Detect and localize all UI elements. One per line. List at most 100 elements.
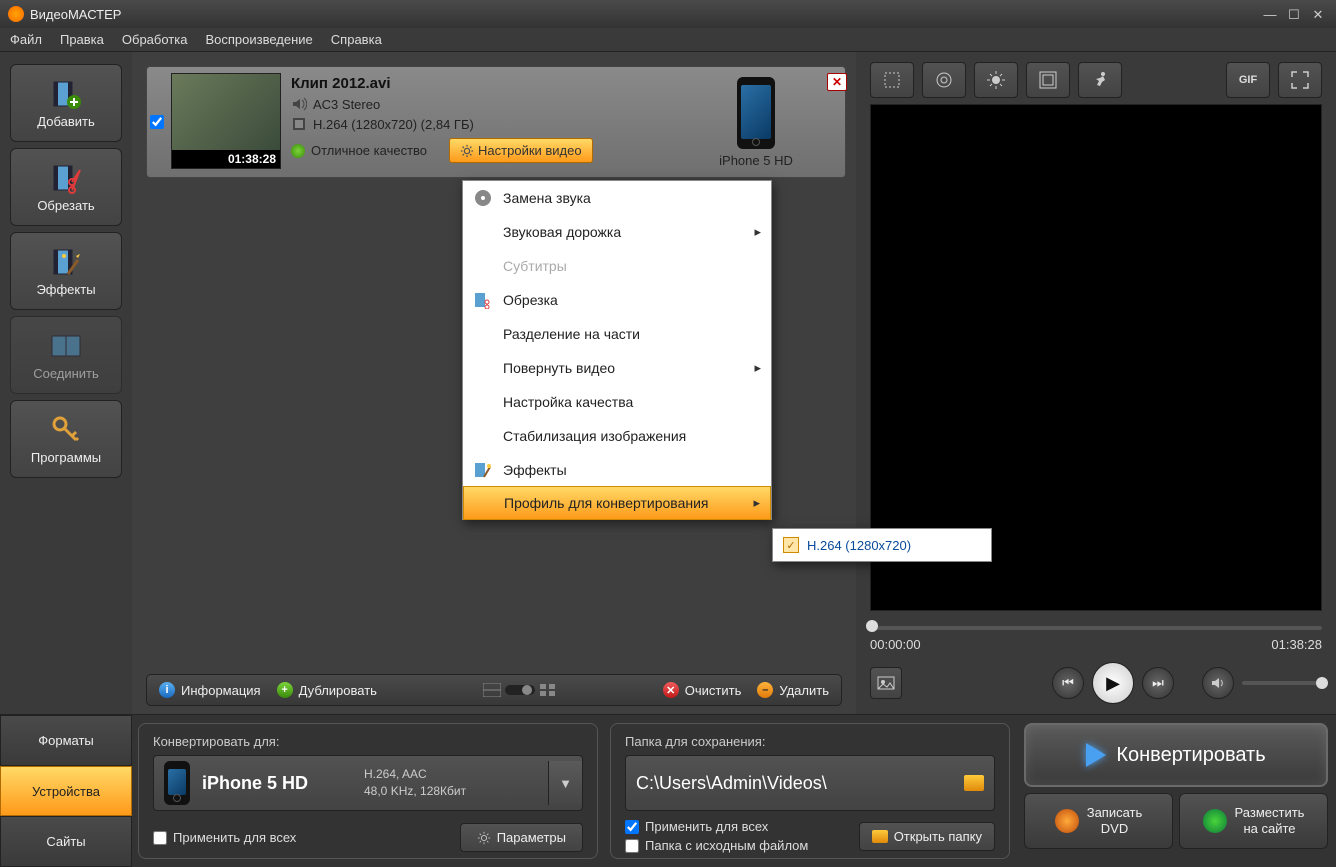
info-button[interactable]: iИнформация — [159, 682, 261, 698]
gif-icon: GIF — [1239, 74, 1257, 86]
film-cut-icon — [474, 291, 492, 309]
device-label: iPhone 5 HD — [719, 153, 793, 168]
context-submenu[interactable]: ✓ H.264 (1280x720) — [772, 528, 992, 562]
preview-panel: GIF 00:00:00 01:38:28 ⏮ ▶ ⏭ — [856, 52, 1336, 714]
sidebar-programs-button[interactable]: Программы — [10, 400, 122, 478]
duplicate-button[interactable]: +Дублировать — [277, 682, 377, 698]
speed-tool-button[interactable] — [1078, 62, 1122, 98]
folder-panel: Папка для сохранения: C:\Users\Admin\Vid… — [610, 723, 1010, 859]
sidebar-effects-button[interactable]: Эффекты — [10, 232, 122, 310]
tab-devices[interactable]: Устройства — [0, 766, 132, 817]
sidebar: Добавить Обрезать Эффекты Соединить Прог… — [0, 52, 132, 714]
menu-file[interactable]: Файл — [10, 32, 42, 47]
profile-name: iPhone 5 HD — [202, 773, 352, 794]
mute-button[interactable] — [1202, 667, 1234, 699]
video-settings-button[interactable]: Настройки видео — [449, 138, 593, 163]
fullscreen-button[interactable] — [1278, 62, 1322, 98]
fullscreen-icon — [1290, 70, 1310, 90]
ctx-effects[interactable]: Эффекты — [463, 453, 771, 487]
info-icon: i — [159, 682, 175, 698]
folder-icon[interactable] — [964, 775, 984, 791]
ctx-trim[interactable]: Обрезка — [463, 283, 771, 317]
sidebar-merge-button[interactable]: Соединить — [10, 316, 122, 394]
tab-formats[interactable]: Форматы — [0, 715, 132, 766]
plus-icon: + — [277, 682, 293, 698]
open-folder-button[interactable]: Открыть папку — [859, 822, 995, 851]
view-toggle[interactable] — [483, 683, 557, 697]
ctx-audio-track[interactable]: Звуковая дорожка — [463, 215, 771, 249]
publish-web-button[interactable]: Разместить на сайте — [1179, 793, 1328, 849]
sidebar-add-button[interactable]: Добавить — [10, 64, 122, 142]
apply-all-convert-checkbox[interactable]: Применить для всех — [153, 830, 296, 845]
gif-tool-button[interactable]: GIF — [1226, 62, 1270, 98]
film-merge-icon — [50, 330, 82, 362]
file-toolbar: iИнформация +Дублировать ✕Очистить –Удал… — [146, 674, 842, 706]
ctx-rotate[interactable]: Повернуть видео — [463, 351, 771, 385]
sidebar-label: Соединить — [33, 366, 99, 381]
submenu-check-icon: ✓ — [783, 537, 799, 553]
apply-all-folder-checkbox[interactable]: Применить для всех — [625, 819, 808, 834]
quality-indicator-icon — [291, 144, 305, 158]
clip-audio: AC3 Stereo — [313, 97, 380, 112]
sidebar-cut-button[interactable]: Обрезать — [10, 148, 122, 226]
clear-button[interactable]: ✕Очистить — [663, 682, 742, 698]
clip-card[interactable]: 01:38:28 Клип 2012.avi AC3 Stereo H.264 … — [146, 66, 846, 178]
key-icon — [50, 414, 82, 446]
speaker-icon — [1210, 675, 1226, 691]
frame-icon — [1038, 70, 1058, 90]
clip-info: Клип 2012.avi AC3 Stereo H.264 (1280x720… — [285, 67, 691, 177]
format-tabs: Форматы Устройства Сайты — [0, 715, 132, 867]
menubar: Файл Правка Обработка Воспроизведение Сп… — [0, 28, 1336, 52]
film-add-icon — [50, 78, 82, 110]
menu-playback[interactable]: Воспроизведение — [205, 32, 312, 47]
maximize-button[interactable]: ☐ — [1284, 7, 1304, 21]
ctx-split[interactable]: Разделение на части — [463, 317, 771, 351]
enhance-tool-button[interactable] — [922, 62, 966, 98]
crop-tool-button[interactable] — [870, 62, 914, 98]
ctx-quality[interactable]: Настройка качества — [463, 385, 771, 419]
globe-icon — [1203, 809, 1227, 833]
minimize-button[interactable]: — — [1260, 7, 1280, 21]
volume-slider[interactable] — [1242, 681, 1322, 685]
brightness-tool-button[interactable] — [974, 62, 1018, 98]
seek-slider[interactable] — [870, 619, 1322, 633]
clip-title: Клип 2012.avi — [291, 75, 391, 92]
snapshot-button[interactable] — [870, 667, 902, 699]
sidebar-label: Программы — [31, 450, 101, 465]
convert-button[interactable]: Конвертировать — [1024, 723, 1328, 787]
clip-checkbox[interactable] — [150, 115, 164, 129]
sun-icon — [986, 70, 1006, 90]
folder-open-icon — [872, 830, 888, 843]
grid-view-icon — [539, 683, 557, 697]
target-icon — [934, 70, 954, 90]
next-button[interactable]: ⏭ — [1142, 667, 1174, 699]
delete-button[interactable]: –Удалить — [757, 682, 829, 698]
disc-icon — [474, 189, 492, 207]
ctx-subtitles: Субтитры — [463, 249, 771, 283]
profile-selector[interactable]: iPhone 5 HD H.264, AAC 48,0 KHz, 128Кбит… — [153, 755, 583, 811]
ctx-conversion-profile[interactable]: Профиль для конвертирования — [463, 486, 771, 520]
minus-icon: – — [757, 682, 773, 698]
profile-dropdown-button[interactable]: ▼ — [548, 761, 582, 805]
list-view-icon — [483, 683, 501, 697]
parameters-button[interactable]: Параметры — [460, 823, 583, 852]
clip-thumbnail: 01:38:28 — [171, 73, 281, 169]
convert-panel-title: Конвертировать для: — [153, 734, 583, 749]
output-path-box[interactable]: C:\Users\Admin\Videos\ — [625, 755, 995, 811]
clip-duration: 01:38:28 — [172, 150, 280, 168]
source-folder-checkbox[interactable]: Папка с исходным файлом — [625, 838, 808, 853]
prev-button[interactable]: ⏮ — [1052, 667, 1084, 699]
menu-process[interactable]: Обработка — [122, 32, 188, 47]
text-tool-button[interactable] — [1026, 62, 1070, 98]
close-button[interactable]: ✕ — [1308, 7, 1328, 21]
menu-help[interactable]: Справка — [331, 32, 382, 47]
tab-sites[interactable]: Сайты — [0, 816, 132, 867]
app-title: ВидеоМАСТЕР — [30, 7, 1256, 22]
play-button[interactable]: ▶ — [1092, 662, 1134, 704]
sidebar-label: Обрезать — [37, 198, 94, 213]
menu-edit[interactable]: Правка — [60, 32, 104, 47]
ctx-replace-audio[interactable]: Замена звука — [463, 181, 771, 215]
clip-remove-button[interactable]: ✕ — [827, 73, 847, 91]
ctx-stabilize[interactable]: Стабилизация изображения — [463, 419, 771, 453]
burn-dvd-button[interactable]: Записать DVD — [1024, 793, 1173, 849]
